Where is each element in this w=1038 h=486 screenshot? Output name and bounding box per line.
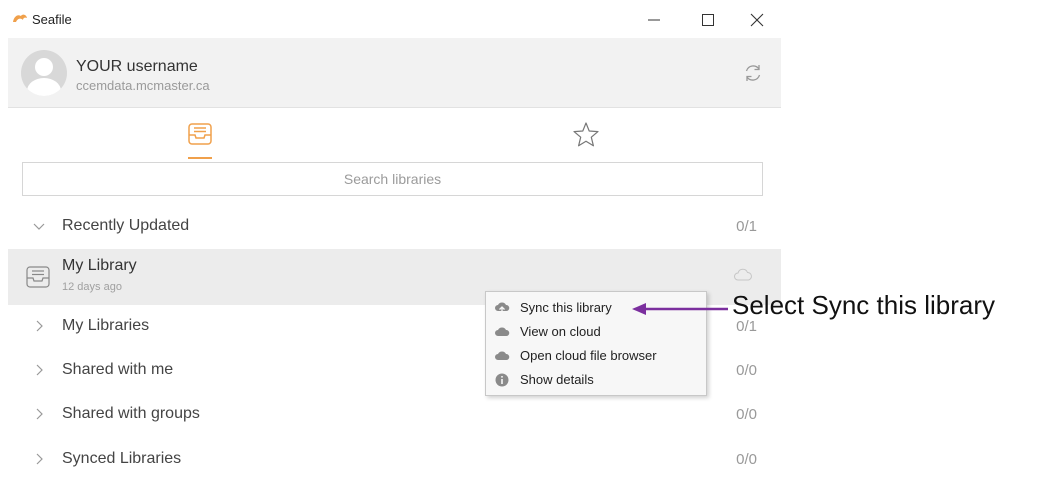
- menu-item-open-cloud-browser[interactable]: Open cloud file browser: [486, 344, 706, 368]
- account-header[interactable]: YOUR username ccemdata.mcmaster.ca: [8, 38, 781, 108]
- group-label: My Libraries: [62, 317, 150, 334]
- library-name: My Library: [62, 257, 137, 274]
- close-icon: [750, 13, 764, 27]
- menu-item-label: Sync this library: [520, 300, 612, 315]
- annotation-text: Select Sync this library: [732, 290, 995, 320]
- annotation-arrow-icon: [632, 303, 728, 315]
- group-count: 0/0: [736, 451, 757, 468]
- star-icon: [573, 122, 599, 147]
- group-count: 0/0: [736, 362, 757, 379]
- library-updated: 12 days ago: [62, 281, 122, 293]
- cloud-icon: [495, 327, 510, 336]
- cloud-sync-icon: [495, 302, 510, 314]
- seafile-logo-icon: [13, 14, 27, 22]
- group-label: Shared with groups: [62, 405, 200, 422]
- chevron-right-icon: [36, 408, 43, 420]
- menu-item-label: Open cloud file browser: [520, 348, 657, 363]
- account-name: YOUR username: [76, 58, 198, 75]
- info-icon: [495, 373, 509, 387]
- cloud-icon: [495, 351, 510, 360]
- search-input[interactable]: [22, 162, 763, 196]
- avatar-body: [27, 78, 61, 96]
- group-count: 0/1: [736, 218, 757, 235]
- cloud-icon[interactable]: [733, 267, 753, 283]
- menu-item-label: Show details: [520, 372, 594, 387]
- group-label: Recently Updated: [62, 217, 190, 234]
- seafile-window: Seafile YOUR username ccemdata.mcmaster.…: [8, 0, 781, 486]
- tab-libraries[interactable]: [185, 120, 215, 160]
- library-icon: [26, 266, 50, 288]
- close-button[interactable]: [745, 8, 769, 32]
- menu-item-view-on-cloud[interactable]: View on cloud: [486, 320, 706, 344]
- group-synced-libraries[interactable]: Synced Libraries 0/0: [8, 440, 781, 480]
- chevron-right-icon: [36, 453, 43, 465]
- menu-item-label: View on cloud: [520, 324, 601, 339]
- maximize-button[interactable]: [696, 8, 720, 32]
- minimize-button[interactable]: [642, 8, 666, 32]
- account-server: ccemdata.mcmaster.ca: [76, 78, 210, 93]
- maximize-icon: [702, 14, 714, 26]
- title-bar: Seafile: [8, 0, 781, 38]
- group-label: Synced Libraries: [62, 450, 182, 467]
- library-tray-icon: [188, 123, 212, 145]
- group-recently-updated[interactable]: Recently Updated 0/1: [8, 207, 781, 247]
- group-count: 0/0: [736, 406, 757, 423]
- active-tab-indicator: [188, 157, 212, 159]
- menu-item-show-details[interactable]: Show details: [486, 368, 706, 392]
- avatar-head: [35, 58, 53, 76]
- group-shared-with-groups[interactable]: Shared with groups 0/0: [8, 395, 781, 435]
- minimize-icon: [648, 19, 660, 21]
- window-title: Seafile: [32, 12, 72, 27]
- chevron-right-icon: [36, 320, 43, 332]
- group-label: Shared with me: [62, 361, 174, 378]
- chevron-right-icon: [36, 364, 43, 376]
- avatar[interactable]: [21, 50, 67, 96]
- tab-starred[interactable]: [571, 120, 601, 160]
- refresh-icon[interactable]: [742, 62, 764, 84]
- chevron-down-icon: [33, 223, 45, 230]
